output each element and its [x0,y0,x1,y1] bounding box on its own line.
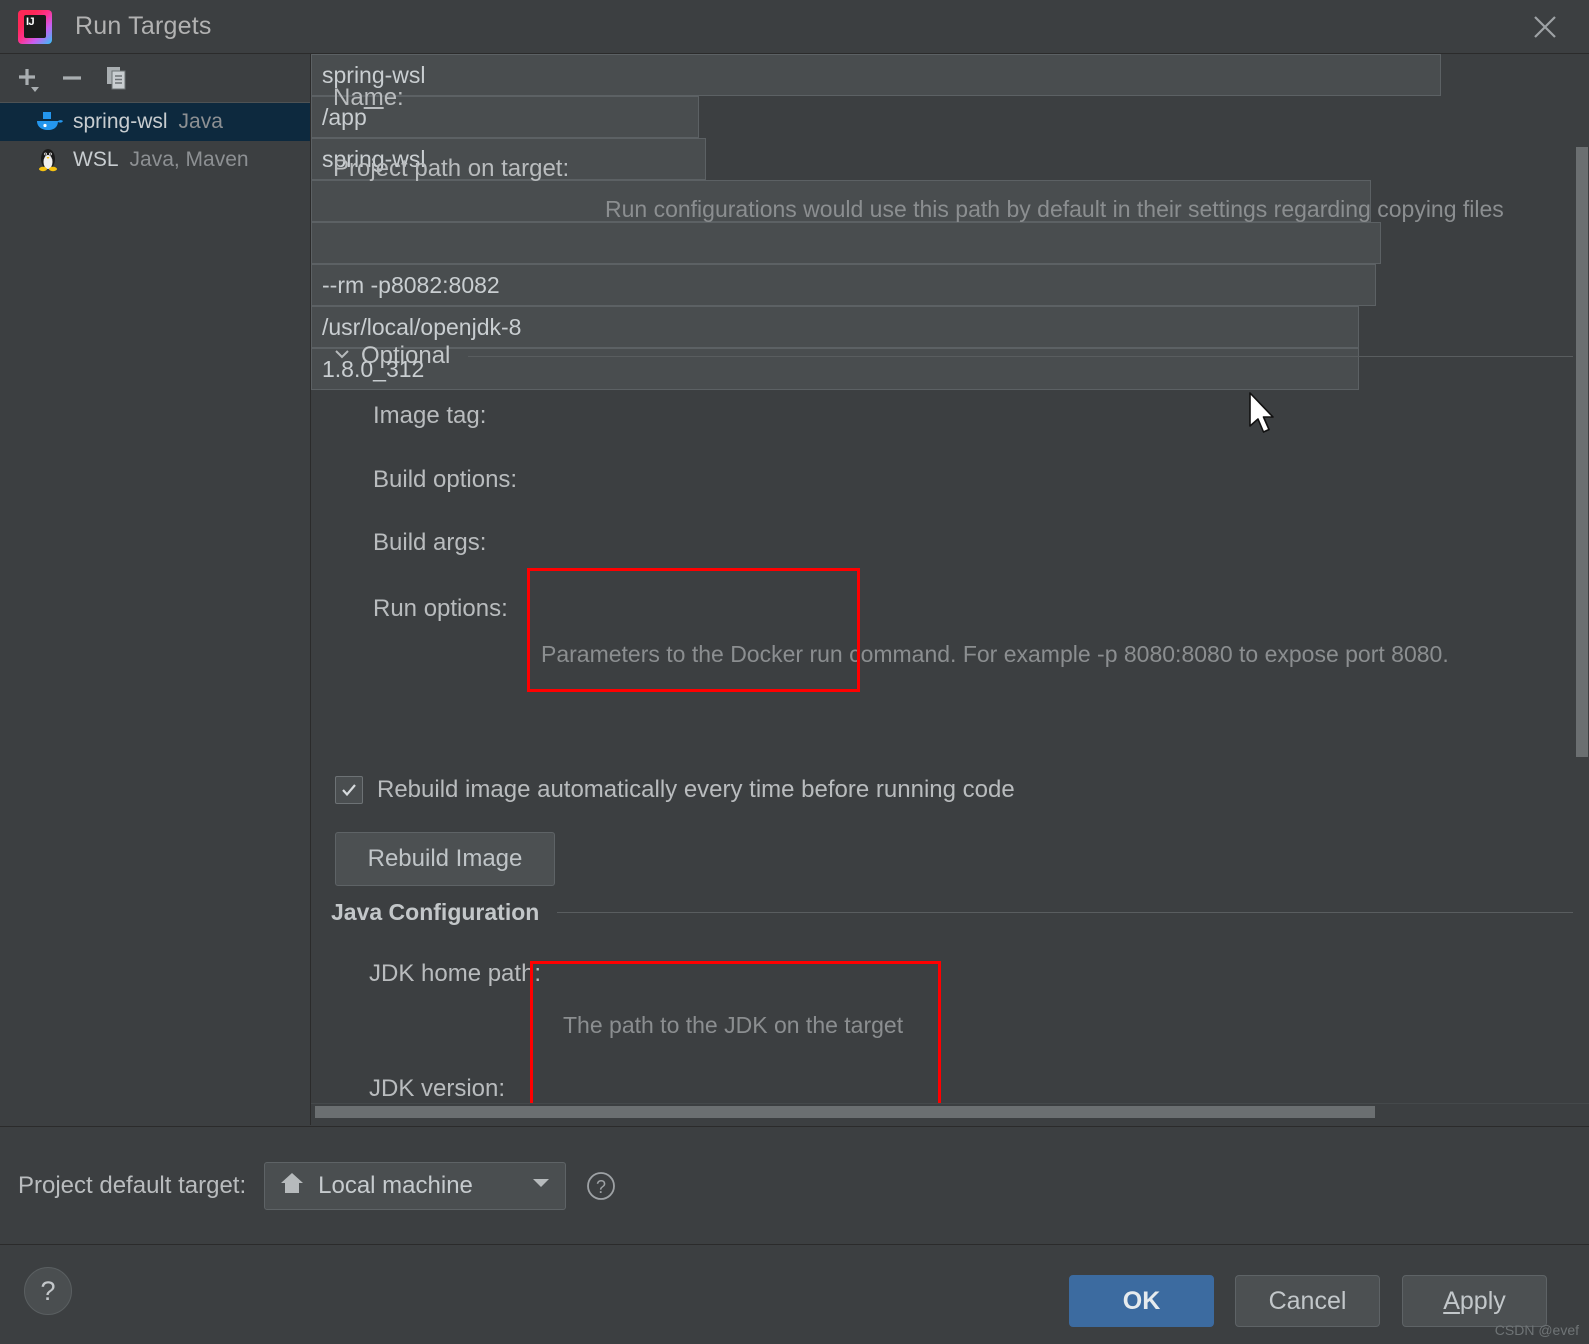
project-default-target-label: Project default target: [18,1171,247,1199]
rebuild-image-button[interactable]: Rebuild Image [335,832,555,886]
close-icon[interactable] [1523,8,1567,46]
jdk-home-path-row: JDK home path: [369,960,541,988]
image-tag-row: Image tag: [373,402,486,430]
section-divider [557,912,1573,913]
rebuild-image-button-label: Rebuild Image [367,845,523,872]
cancel-button-label: Cancel [1268,1286,1347,1315]
build-options-label: Build options: [373,466,518,493]
apply-button-label: Apply [1443,1286,1506,1315]
run-options-row: Run options: [373,595,508,623]
targets-list[interactable]: spring-wsl Java WSL Java, Maven [0,103,310,179]
docker-icon [34,109,64,135]
optional-section-header[interactable]: Optional [333,342,1573,370]
target-settings-form: Name: spring-wsl Project path on target:… [311,54,1589,1103]
run-options-input[interactable]: --rm -p8082:8082 [311,264,1376,306]
jdk-version-label: JDK version: [369,1075,506,1102]
jdk-home-path-label: JDK home path: [369,960,542,987]
help-button[interactable]: ? [24,1267,72,1315]
home-icon [279,1170,305,1201]
section-divider [468,355,1573,357]
targets-sidebar: spring-wsl Java WSL Java, Maven [0,54,311,1125]
rebuild-automatically-checkbox-row[interactable]: Rebuild image automatically every time b… [335,776,1015,804]
list-item-name: spring-wsl [73,110,168,133]
build-args-input[interactable] [311,222,1381,264]
linux-penguin-icon [34,147,64,173]
apply-button[interactable]: Apply [1402,1275,1547,1327]
jdk-version-row: JDK version: [369,1075,505,1103]
list-item-subtitle: Java [178,110,223,133]
watermark: CSDN @evef [1494,1322,1579,1338]
copy-target-button[interactable] [96,59,136,97]
help-button-label: ? [40,1275,56,1306]
rebuild-automatically-label: Rebuild image automatically every time b… [377,776,1015,803]
help-circle-icon[interactable]: ? [584,1169,618,1203]
remove-target-button[interactable] [52,59,92,97]
list-item[interactable]: spring-wsl Java [0,103,310,141]
svg-text:?: ? [596,1177,606,1197]
image-tag-label: Image tag: [373,402,487,429]
cancel-button[interactable]: Cancel [1235,1275,1380,1327]
list-item-subtitle: Java, Maven [129,148,249,171]
optional-section-title: Optional [361,342,451,369]
project-path-label: Project path on target: [333,155,570,182]
build-options-row: Build options: [373,466,517,494]
build-args-label: Build args: [373,529,487,556]
build-args-row: Build args: [373,529,486,557]
name-input[interactable]: spring-wsl [311,54,1441,96]
java-configuration-title: Java Configuration [331,899,540,925]
project-default-target-bar: Project default target: Local machine ? [0,1126,1589,1244]
window-title-bar: IJ Run Targets [0,0,1589,54]
horizontal-scrollbar-thumb[interactable] [315,1106,1375,1118]
project-default-target-select[interactable]: Local machine [264,1161,567,1210]
vertical-scrollbar-thumb[interactable] [1576,147,1588,757]
list-item-name: WSL [73,148,119,171]
project-path-hint: Run configurations would use this path b… [605,196,1504,222]
window-title: Run Targets [75,12,212,40]
chevron-down-icon[interactable] [333,345,351,368]
sidebar-toolbar [0,54,310,103]
ok-button[interactable]: OK [1069,1275,1214,1327]
dialog-button-bar: ? OK Cancel Apply CSDN @evef [0,1244,1589,1344]
project-default-target-value: Local machine [318,1171,473,1199]
jdk-home-path-hint: The path to the JDK on the target [563,1012,904,1038]
project-path-row: Project path on target: [333,155,569,183]
name-label: Name: [333,84,404,111]
java-configuration-section-header: Java Configuration [331,899,1573,926]
chevron-down-icon[interactable] [531,1176,551,1195]
name-row: Name: [333,84,404,112]
ok-button-label: OK [1122,1286,1161,1315]
add-target-button[interactable] [8,59,48,97]
horizontal-scrollbar[interactable] [311,1103,1589,1126]
run-options-label: Run options: [373,595,508,622]
list-item[interactable]: WSL Java, Maven [0,141,310,179]
rebuild-automatically-checkbox[interactable] [335,776,363,804]
run-options-hint: Parameters to the Docker run command. Fo… [541,641,1449,667]
vertical-scrollbar[interactable] [1575,54,1589,1103]
intellij-idea-icon: IJ [18,9,52,44]
run-options-value: --rm -p8082:8082 [322,272,500,298]
